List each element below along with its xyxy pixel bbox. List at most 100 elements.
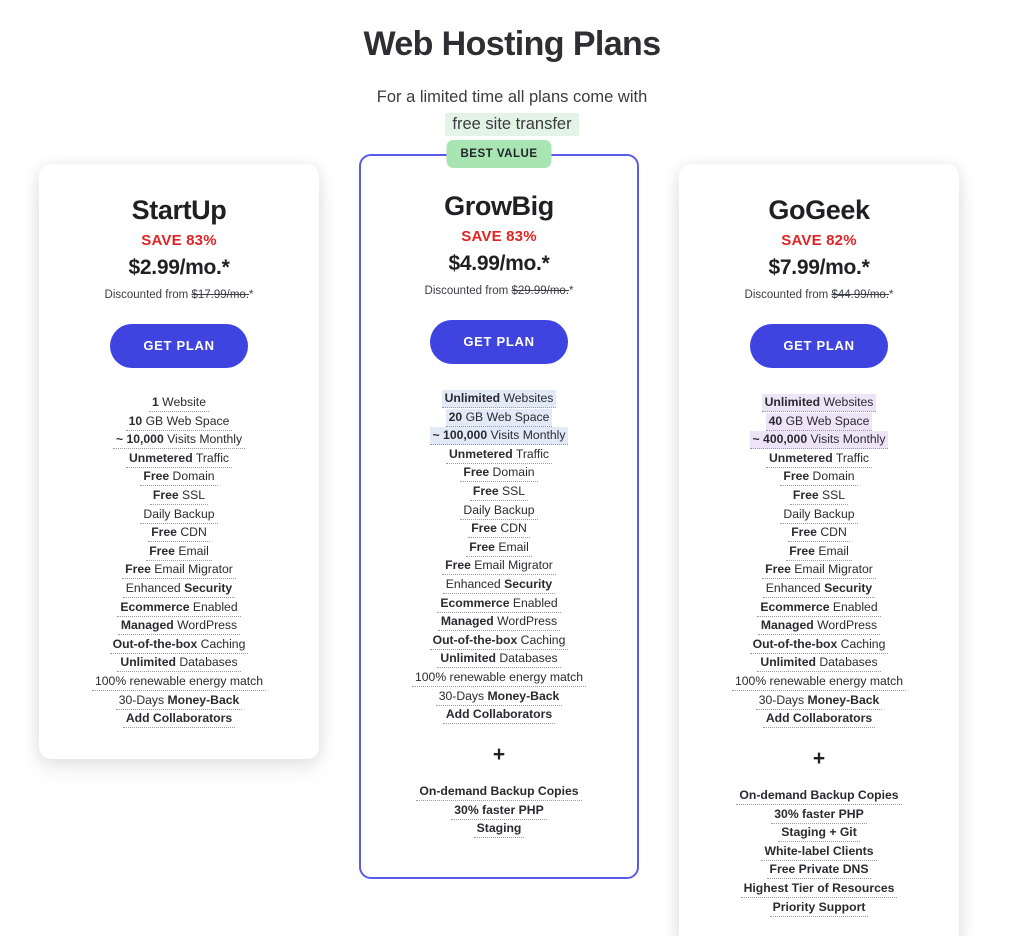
extra-feature-text: On-demand Backup Copies [419, 784, 579, 799]
feature-item[interactable]: Add Collaborators [379, 706, 619, 725]
plan-discount-note: Discounted from $29.99/mo.* [379, 284, 619, 298]
page-title: Web Hosting Plans [363, 25, 661, 63]
feature-item[interactable]: 100% renewable energy match [379, 669, 619, 687]
get-plan-button-gogeek[interactable]: GET PLAN [750, 324, 888, 368]
feature-item[interactable]: 1 Website [57, 394, 301, 412]
feature-item[interactable]: 10 GB Web Space [57, 413, 301, 431]
feature-item[interactable]: Free SSL [379, 483, 619, 501]
feature-emphasis: Ecommerce [120, 599, 190, 614]
feature-item[interactable]: Free Email Migrator [57, 561, 301, 580]
extra-feature-label: Free Private DNS [766, 861, 872, 880]
feature-item[interactable]: Unlimited Databases [697, 654, 941, 673]
feature-item[interactable]: Free Email [697, 543, 941, 561]
feature-item[interactable]: ~ 10,000 Visits Monthly [57, 431, 301, 450]
feature-item[interactable]: 100% renewable energy match [57, 673, 301, 691]
feature-emphasis: ~ 10,000 [115, 432, 164, 447]
feature-item[interactable]: Free Email Migrator [697, 561, 941, 580]
feature-item[interactable]: Add Collaborators [57, 710, 301, 729]
discount-suffix: * [249, 289, 254, 301]
feature-emphasis: Free [469, 539, 495, 554]
feature-emphasis: 20 [448, 409, 463, 424]
feature-item[interactable]: 30-Days Money-Back [379, 688, 619, 706]
feature-item[interactable]: Daily Backup [57, 506, 301, 524]
feature-item[interactable]: Unmetered Traffic [697, 450, 941, 468]
extra-feature-item[interactable]: Staging + Git [697, 824, 941, 843]
plan-save-badge: SAVE 83% [461, 228, 537, 245]
feature-item[interactable]: Free SSL [697, 487, 941, 505]
feature-label: Unlimited Databases [437, 650, 561, 669]
feature-item[interactable]: 30-Days Money-Back [697, 692, 941, 710]
extra-feature-label: Highest Tier of Resources [740, 880, 898, 899]
extra-feature-item[interactable]: On-demand Backup Copies [379, 783, 619, 802]
feature-item[interactable]: Unlimited Websites [379, 390, 619, 408]
feature-item[interactable]: Add Collaborators [697, 710, 941, 729]
feature-item[interactable]: Free CDN [57, 524, 301, 543]
feature-item[interactable]: Unmetered Traffic [379, 446, 619, 464]
feature-item[interactable]: 100% renewable energy match [697, 673, 941, 691]
feature-item[interactable]: Free Email Migrator [379, 557, 619, 576]
feature-text: Domain [489, 465, 535, 480]
feature-item[interactable]: Daily Backup [697, 506, 941, 524]
pricing-card-gogeek: GoGeek SAVE 82% $7.99/mo.* Discounted from … [679, 164, 959, 936]
feature-item[interactable]: Enhanced Security [57, 580, 301, 598]
feature-item[interactable]: Free Domain [379, 464, 619, 483]
feature-item[interactable]: Ecommerce Enabled [57, 599, 301, 617]
feature-emphasis: 1 [152, 395, 159, 409]
feature-emphasis: Unlimited [440, 651, 496, 666]
extra-feature-item[interactable]: Priority Support [697, 899, 941, 917]
feature-item[interactable]: ~ 100,000 Visits Monthly [379, 427, 619, 446]
get-plan-button-startup[interactable]: GET PLAN [110, 324, 248, 368]
discount-prefix: Discounted from [744, 289, 832, 301]
feature-item[interactable]: Unlimited Databases [57, 654, 301, 673]
feature-item[interactable]: Managed WordPress [697, 617, 941, 636]
feature-emphasis: ~ 100,000 [432, 428, 488, 443]
feature-emphasis: Add Collaborators [125, 711, 233, 726]
feature-item[interactable]: Out-of-the-box Caching [697, 636, 941, 654]
feature-text: GB Web Space [782, 413, 870, 428]
feature-item[interactable]: Unlimited Websites [697, 394, 941, 412]
feature-text: Email [494, 539, 529, 554]
feature-emphasis: Ecommerce [440, 595, 510, 610]
get-plan-button-growbig[interactable]: GET PLAN [430, 320, 568, 364]
feature-item[interactable]: Managed WordPress [379, 613, 619, 632]
extra-feature-item[interactable]: Highest Tier of Resources [697, 880, 941, 899]
feature-item[interactable]: Free Email [57, 543, 301, 561]
feature-text: 30-Days [758, 692, 808, 707]
extra-feature-item[interactable]: 30% faster PHP [697, 806, 941, 824]
feature-item[interactable]: Free Domain [57, 468, 301, 487]
feature-item[interactable]: Unlimited Databases [379, 650, 619, 669]
extra-feature-text: Free Private DNS [769, 862, 869, 877]
feature-text: 30-Days [438, 688, 488, 703]
feature-item[interactable]: Free Email [379, 539, 619, 557]
feature-item[interactable]: 30-Days Money-Back [57, 692, 301, 710]
feature-label: 40 GB Web Space [765, 412, 873, 431]
feature-text: Visits Monthly [807, 432, 886, 447]
extra-feature-item[interactable]: 30% faster PHP [379, 802, 619, 820]
feature-text: Email [174, 543, 209, 558]
feature-item[interactable]: ~ 400,000 Visits Monthly [697, 431, 941, 450]
feature-item[interactable]: Ecommerce Enabled [697, 599, 941, 617]
feature-item[interactable]: Enhanced Security [697, 580, 941, 598]
feature-text: 30-Days [118, 692, 168, 707]
feature-item[interactable]: Free CDN [379, 520, 619, 539]
extra-feature-item[interactable]: Free Private DNS [697, 861, 941, 880]
feature-item[interactable]: Free CDN [697, 524, 941, 543]
feature-emphasis: ~ 400,000 [752, 432, 808, 447]
feature-item[interactable]: Managed WordPress [57, 617, 301, 636]
extra-feature-item[interactable]: Staging [379, 820, 619, 839]
feature-item[interactable]: Unmetered Traffic [57, 450, 301, 468]
feature-item[interactable]: Ecommerce Enabled [379, 595, 619, 613]
feature-item[interactable]: Free Domain [697, 468, 941, 487]
feature-text: Email Migrator [790, 562, 873, 577]
feature-item[interactable]: 40 GB Web Space [697, 412, 941, 431]
feature-item[interactable]: Out-of-the-box Caching [379, 632, 619, 650]
feature-emphasis: Free [765, 562, 791, 577]
feature-item[interactable]: 20 GB Web Space [379, 408, 619, 427]
feature-item[interactable]: Enhanced Security [379, 576, 619, 594]
feature-item[interactable]: Daily Backup [379, 502, 619, 520]
feature-item[interactable]: Free SSL [57, 487, 301, 505]
extra-feature-item[interactable]: White-label Clients [697, 843, 941, 861]
discount-original-price: $44.99/mo. [831, 289, 889, 301]
extra-feature-item[interactable]: On-demand Backup Copies [697, 787, 941, 806]
feature-item[interactable]: Out-of-the-box Caching [57, 636, 301, 654]
